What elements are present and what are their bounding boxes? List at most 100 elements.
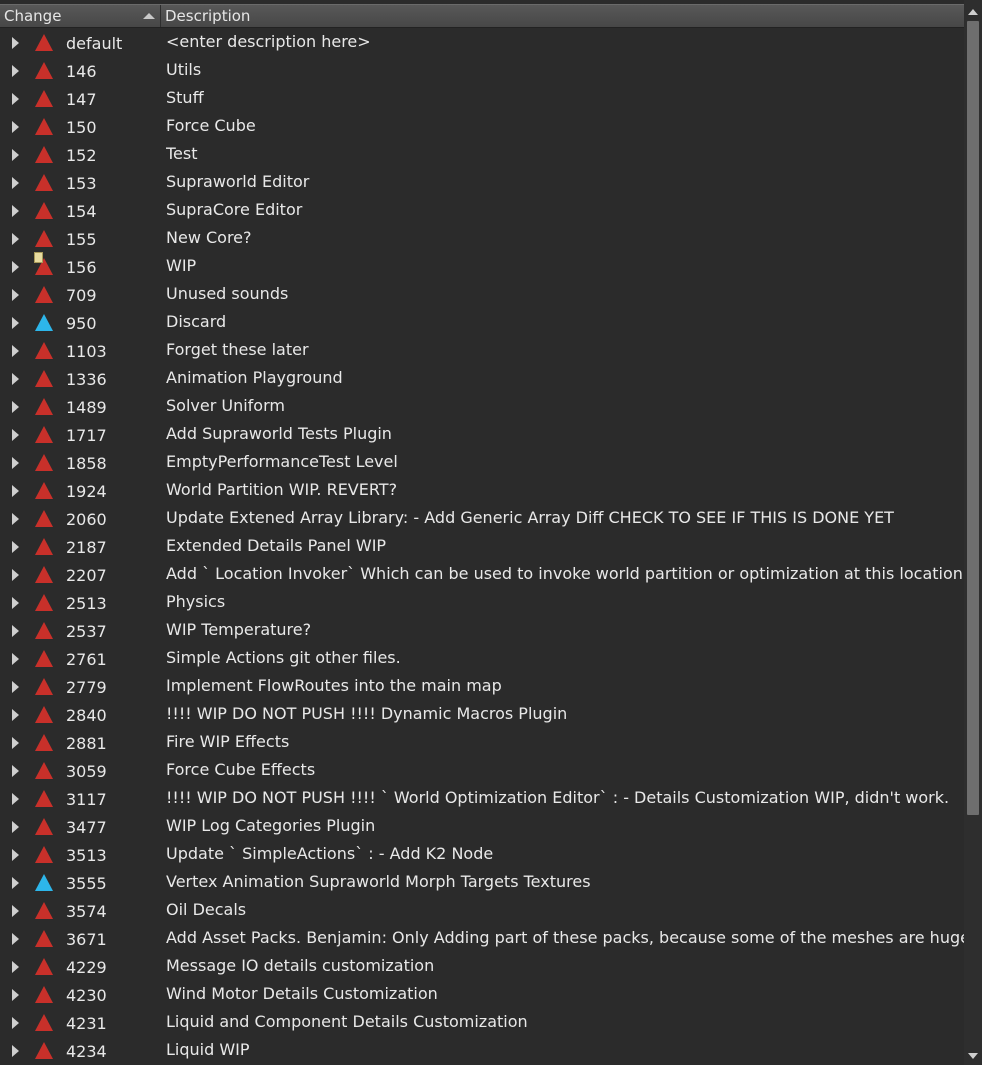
changelist-description-text: Oil Decals bbox=[166, 900, 247, 919]
changelist-row[interactable]: 156 WIP bbox=[0, 252, 964, 280]
changelist-number: 950 bbox=[66, 314, 97, 333]
changelist-description-text: SupraCore Editor bbox=[166, 200, 303, 219]
expand-arrow-icon[interactable] bbox=[12, 149, 19, 161]
changelist-row[interactable]: 950 Discard bbox=[0, 308, 964, 336]
changelist-row[interactable]: 4234 Liquid WIP bbox=[0, 1036, 964, 1064]
expand-arrow-icon[interactable] bbox=[12, 513, 19, 525]
changelist-row[interactable]: 2761 Simple Actions git other files. bbox=[0, 644, 964, 672]
changelist-description: Supraworld Editor bbox=[166, 168, 964, 196]
expand-arrow-icon[interactable] bbox=[12, 681, 19, 693]
changelist-description-text: World Partition WIP. REVERT? bbox=[166, 480, 398, 499]
changelist-number: 2881 bbox=[66, 734, 107, 753]
changelist-row[interactable]: 3059 Force Cube Effects bbox=[0, 756, 964, 784]
changelist-description-text: <enter description here> bbox=[166, 32, 371, 51]
changelist-row[interactable]: 2187 Extended Details Panel WIP bbox=[0, 532, 964, 560]
scroll-down-arrow-icon[interactable] bbox=[968, 1053, 978, 1059]
changelist-row[interactable]: 1336 Animation Playground bbox=[0, 364, 964, 392]
scroll-up-arrow-icon[interactable] bbox=[968, 9, 978, 15]
expand-arrow-icon[interactable] bbox=[12, 345, 19, 357]
expand-arrow-icon[interactable] bbox=[12, 933, 19, 945]
expand-arrow-icon[interactable] bbox=[12, 961, 19, 973]
changelist-row[interactable]: 4230 Wind Motor Details Customization bbox=[0, 980, 964, 1008]
changelist-row[interactable]: 150 Force Cube bbox=[0, 112, 964, 140]
expand-arrow-icon[interactable] bbox=[12, 765, 19, 777]
changelist-description-text: Implement FlowRoutes into the main map bbox=[166, 676, 502, 695]
vertical-scrollbar[interactable] bbox=[964, 0, 982, 1065]
expand-arrow-icon[interactable] bbox=[12, 905, 19, 917]
changelist-row[interactable]: 1103 Forget these later bbox=[0, 336, 964, 364]
expand-arrow-icon[interactable] bbox=[12, 1045, 19, 1057]
expand-arrow-icon[interactable] bbox=[12, 289, 19, 301]
changelist-row[interactable]: 709 Unused sounds bbox=[0, 280, 964, 308]
expand-arrow-icon[interactable] bbox=[12, 485, 19, 497]
changelist-row[interactable]: 152 Test bbox=[0, 140, 964, 168]
expand-arrow-icon[interactable] bbox=[12, 569, 19, 581]
changelist-description: WIP bbox=[166, 252, 964, 280]
changelist-row[interactable]: 153 Supraworld Editor bbox=[0, 168, 964, 196]
changelist-row[interactable]: 2779 Implement FlowRoutes into the main m… bbox=[0, 672, 964, 700]
changelist-row[interactable]: 2513 Physics bbox=[0, 588, 964, 616]
changelist-row[interactable]: 3477 WIP Log Categories Plugin bbox=[0, 812, 964, 840]
expand-arrow-icon[interactable] bbox=[12, 877, 19, 889]
expand-arrow-icon[interactable] bbox=[12, 541, 19, 553]
expand-arrow-icon[interactable] bbox=[12, 177, 19, 189]
expand-arrow-icon[interactable] bbox=[12, 653, 19, 665]
changelist-description-text: Message IO details customization bbox=[166, 956, 435, 975]
expand-arrow-icon[interactable] bbox=[12, 1017, 19, 1029]
expand-arrow-icon[interactable] bbox=[12, 373, 19, 385]
expand-arrow-icon[interactable] bbox=[12, 793, 19, 805]
changelist-description-text: Extended Details Panel WIP bbox=[166, 536, 387, 555]
changelist-row[interactable]: 2207 Add ` Location Invoker` Which can be… bbox=[0, 560, 964, 588]
expand-arrow-icon[interactable] bbox=[12, 65, 19, 77]
changelist-row[interactable]: 3513 Update ` SimpleActions` : - Add K2 N… bbox=[0, 840, 964, 868]
expand-arrow-icon[interactable] bbox=[12, 821, 19, 833]
changelist-row[interactable]: 3117 !!!! WIP DO NOT PUSH !!!! ` World Op… bbox=[0, 784, 964, 812]
changelist-number: 3477 bbox=[66, 818, 107, 837]
changelist-description-text: Stuff bbox=[166, 88, 204, 107]
changelist-number: 2060 bbox=[66, 510, 107, 529]
expand-arrow-icon[interactable] bbox=[12, 261, 19, 273]
changelist-row[interactable]: 2060 Update Extened Array Library: - Add … bbox=[0, 504, 964, 532]
scrollbar-thumb[interactable] bbox=[967, 21, 979, 815]
changelist-row[interactable]: 3574 Oil Decals bbox=[0, 896, 964, 924]
sort-ascending-icon[interactable] bbox=[143, 13, 155, 19]
expand-arrow-icon[interactable] bbox=[12, 597, 19, 609]
changelist-row[interactable]: 154 SupraCore Editor bbox=[0, 196, 964, 224]
changelist-row[interactable]: 1489 Solver Uniform bbox=[0, 392, 964, 420]
expand-arrow-icon[interactable] bbox=[12, 401, 19, 413]
changelist-row[interactable]: 146 Utils bbox=[0, 56, 964, 84]
expand-arrow-icon[interactable] bbox=[12, 989, 19, 1001]
expand-arrow-icon[interactable] bbox=[12, 625, 19, 637]
expand-arrow-icon[interactable] bbox=[12, 429, 19, 441]
expand-arrow-icon[interactable] bbox=[12, 233, 19, 245]
changelist-row[interactable]: 3671 Add Asset Packs. Benjamin: Only Addi… bbox=[0, 924, 964, 952]
expand-arrow-icon[interactable] bbox=[12, 737, 19, 749]
expand-arrow-icon[interactable] bbox=[12, 93, 19, 105]
changelist-red-icon bbox=[35, 958, 53, 975]
changelist-row[interactable]: 2537 WIP Temperature? bbox=[0, 616, 964, 644]
expand-arrow-icon[interactable] bbox=[12, 849, 19, 861]
changelist-description-text: Add Supraworld Tests Plugin bbox=[166, 424, 392, 443]
changelist-row[interactable]: 2840 !!!! WIP DO NOT PUSH !!!! Dynamic Ma… bbox=[0, 700, 964, 728]
changelist-description: Message IO details customization bbox=[166, 952, 964, 980]
expand-arrow-icon[interactable] bbox=[12, 457, 19, 469]
changelist-row[interactable]: 3555 Vertex Animation Supraworld Morph Ta… bbox=[0, 868, 964, 896]
expand-arrow-icon[interactable] bbox=[12, 37, 19, 49]
column-header-change[interactable]: Change bbox=[0, 5, 161, 27]
expand-arrow-icon[interactable] bbox=[12, 205, 19, 217]
expand-arrow-icon[interactable] bbox=[12, 121, 19, 133]
changelist-row[interactable]: default <enter description here> bbox=[0, 28, 964, 56]
changelist-row[interactable]: 1858 EmptyPerformanceTest Level bbox=[0, 448, 964, 476]
column-header-description[interactable]: Description bbox=[161, 5, 964, 27]
expand-arrow-icon[interactable] bbox=[12, 709, 19, 721]
changelist-row[interactable]: 147 Stuff bbox=[0, 84, 964, 112]
changelist-number: 3059 bbox=[66, 762, 107, 781]
changelist-row[interactable]: 1924 World Partition WIP. REVERT? bbox=[0, 476, 964, 504]
changelist-row[interactable]: 2881 Fire WIP Effects bbox=[0, 728, 964, 756]
changelist-number: 2840 bbox=[66, 706, 107, 725]
changelist-row[interactable]: 155 New Core? bbox=[0, 224, 964, 252]
changelist-row[interactable]: 1717 Add Supraworld Tests Plugin bbox=[0, 420, 964, 448]
changelist-row[interactable]: 4231 Liquid and Component Details Customi… bbox=[0, 1008, 964, 1036]
expand-arrow-icon[interactable] bbox=[12, 317, 19, 329]
changelist-row[interactable]: 4229 Message IO details customization bbox=[0, 952, 964, 980]
